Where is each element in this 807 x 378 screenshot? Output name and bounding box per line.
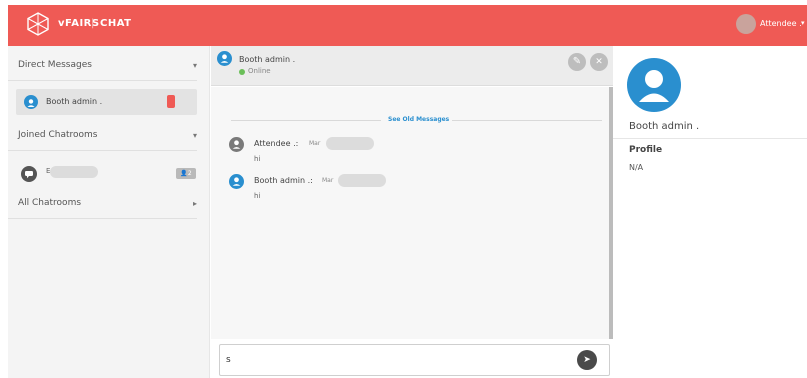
user-avatar-icon [627, 58, 681, 112]
redacted-text [326, 137, 374, 150]
direct-messages-header[interactable]: Direct Messages ▾ [8, 51, 197, 81]
chat-header: Booth admin . Online ✎ ✕ [211, 46, 613, 86]
chat-app: vFAIRS | CHAT Attendee . ▾ Direct Messag… [8, 5, 807, 378]
chevron-down-icon[interactable]: ▾ [193, 131, 197, 140]
close-icon[interactable]: ✕ [590, 53, 608, 71]
member-count: 2 [187, 170, 192, 177]
user-menu-name[interactable]: Attendee . [760, 19, 802, 28]
chat-partner-status: Online [248, 67, 271, 75]
user-avatar-icon [229, 137, 244, 152]
top-bar: vFAIRS | CHAT Attendee . ▾ [8, 5, 807, 46]
chat-panel: Booth admin . Online ✎ ✕ See Old Message… [211, 46, 613, 378]
dm-item-booth-admin[interactable]: Booth admin . [16, 89, 197, 115]
user-avatar-icon [217, 51, 232, 66]
profile-name: Booth admin . [629, 121, 700, 132]
direct-messages-title: Direct Messages [18, 60, 92, 70]
redacted-text [338, 174, 386, 187]
send-icon[interactable]: ➤ [577, 350, 597, 370]
all-chatrooms-header[interactable]: All Chatrooms ▸ [8, 189, 197, 219]
message-text: hi [254, 192, 261, 200]
users-icon: 👤 [180, 170, 188, 177]
user-avatar[interactable] [736, 14, 756, 34]
joined-chatrooms-header[interactable]: Joined Chatrooms ▾ [8, 121, 197, 151]
unread-badge [167, 95, 175, 108]
divider [231, 120, 381, 121]
message-composer: ➤ [219, 344, 610, 376]
chat-bubble-icon [21, 166, 37, 182]
pencil-icon[interactable]: ✎ [568, 53, 586, 71]
message-list[interactable]: See Old Messages Attendee .: Mar hi Boot… [211, 87, 613, 339]
chat-sidebar: Direct Messages ▾ Booth admin . Joined C… [8, 46, 210, 378]
message-item: Booth admin .: Mar hi [229, 174, 529, 206]
chatroom-item[interactable]: E 👤2 [8, 160, 197, 186]
chat-partner-name: Booth admin . [239, 55, 296, 64]
message-input[interactable] [226, 351, 566, 369]
dm-item-label: Booth admin . [46, 97, 103, 106]
section-name: CHAT [100, 18, 132, 29]
message-text: hi [254, 155, 261, 163]
vfairs-logo-icon[interactable] [26, 12, 50, 36]
redacted-text [50, 166, 98, 178]
profile-panel: Booth admin . Profile N/A [613, 46, 807, 378]
online-status-dot [239, 69, 245, 75]
brand-separator: | [91, 18, 95, 29]
message-author: Booth admin .: [254, 176, 313, 185]
divider [613, 138, 807, 139]
member-count-badge: 👤2 [176, 168, 196, 179]
message-item: Attendee .: Mar hi [229, 137, 529, 169]
message-date: Mar [309, 140, 321, 147]
chevron-right-icon[interactable]: ▸ [193, 199, 197, 208]
message-date: Mar [322, 177, 334, 184]
all-chatrooms-title: All Chatrooms [18, 198, 82, 208]
divider [452, 120, 602, 121]
user-avatar-icon [229, 174, 244, 189]
chevron-down-icon[interactable]: ▾ [801, 19, 805, 27]
see-old-messages-link[interactable]: See Old Messages [388, 116, 449, 123]
chevron-down-icon[interactable]: ▾ [193, 61, 197, 70]
profile-value: N/A [629, 163, 644, 172]
profile-section-label: Profile [629, 145, 663, 155]
message-author: Attendee .: [254, 139, 299, 148]
joined-chatrooms-title: Joined Chatrooms [18, 130, 98, 140]
user-avatar-icon [24, 95, 38, 109]
